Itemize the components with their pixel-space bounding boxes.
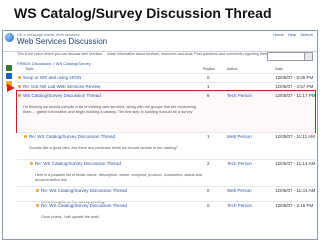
column-author[interactable]: Author	[227, 67, 238, 71]
thread-status-icon	[18, 76, 21, 79]
thread-replies: 2	[207, 161, 210, 166]
thread-row[interactable]: Soup or WS and using JSON 0 12/05/07 - 5:0…	[17, 73, 315, 82]
thread-title-link[interactable]: Re: WS Catalog/Survey Discussion Thread	[41, 188, 127, 193]
thread-title-link[interactable]: Re: WS Catalog/Survey Discussion Thread	[29, 134, 115, 139]
thread-replies: 1	[207, 134, 210, 139]
thread-title-link[interactable]: Re: Dot Net Lab Web Services Review	[23, 84, 100, 89]
forum-title: Web Services Discussion	[17, 37, 108, 46]
thread-author[interactable]: Tech Person	[227, 93, 252, 98]
search-input[interactable]	[267, 52, 313, 61]
thread-date: 12/05/07 - 4:57 PM	[275, 84, 314, 89]
thread-replies: 6	[207, 93, 210, 98]
thread-status-icon	[30, 162, 33, 165]
thread-status-icon	[24, 135, 27, 138]
help-link[interactable]: Help	[288, 32, 296, 37]
thread-replies: 0	[207, 75, 210, 80]
column-date[interactable]: Date	[275, 67, 283, 71]
thread-author[interactable]: Web Person	[227, 134, 252, 139]
thread-title-link[interactable]: Re: WS Catalog/Survey Discussion Thread	[41, 203, 127, 208]
globe-logo-icon	[5, 33, 14, 42]
column-topic[interactable]: Topic	[25, 67, 33, 71]
thread-body: Sounds like a good idea. Are there any p…	[29, 146, 178, 150]
thread-date: 12/05/07 - 11:14 AM	[275, 161, 316, 166]
thread-row[interactable]: Re: WS Catalog/Survey Discussion Thread 2…	[17, 159, 315, 186]
thread-date: 12/05/07 - 11:11 AM	[275, 134, 315, 139]
thread-row[interactable]: WS Catalog/Survey Discussion Thread 6 Tech…	[16, 90, 316, 133]
thread-row[interactable]: Re: WS Catalog/Survey Discussion Thread 0…	[17, 201, 315, 219]
thread-author[interactable]: Tech Person	[227, 161, 252, 166]
thread-date: 12/05/07 - 2:15 PM	[275, 203, 314, 208]
thread-replies: 0	[207, 188, 210, 193]
thread-row[interactable]: Re: Dot Net Lab Web Services Review 1 12/0…	[17, 82, 315, 91]
pointer-arrow-icon	[7, 84, 15, 92]
thread-status-icon	[36, 189, 39, 192]
thread-title-link[interactable]: WS Catalog/Survey Discussion Thread	[23, 93, 101, 98]
breadcrumb[interactable]: FRBOS Discussion > WS Catalog/Survey	[17, 61, 91, 66]
thread-rows: Soup or WS and using JSON 0 12/05/07 - 5:0…	[16, 73, 316, 219]
thread-date: 12/05/07 - 5:06 PM	[275, 75, 314, 80]
thread-status-icon	[18, 85, 21, 88]
home-link[interactable]: Home	[273, 32, 284, 37]
slide-title: WS Catalog/Survey Discussion Thread	[14, 5, 272, 21]
green-icon[interactable]	[6, 65, 12, 71]
thread-body: I'm thinking we should compile a list of…	[23, 105, 196, 114]
thread-row[interactable]: Re: WS Catalog/Survey Discussion Thread 0…	[17, 186, 316, 204]
search-link[interactable]: Search	[300, 32, 313, 37]
header-links: Home Help Search	[270, 32, 313, 37]
thread-replies: 1	[207, 84, 210, 89]
thread-body: Good points, I will update the draft.	[41, 215, 100, 219]
search-button[interactable]	[304, 52, 313, 61]
thread-status-icon	[18, 94, 21, 97]
column-replies[interactable]: Replies	[203, 67, 215, 71]
thread-author[interactable]: Tech Person	[227, 203, 252, 208]
thread-title-link[interactable]: Soup or WS and using JSON	[23, 75, 81, 80]
forum-header: Lift a message inside Web services Web S…	[3, 31, 317, 52]
blue-icon[interactable]	[6, 73, 12, 79]
thread-replies: 0	[207, 203, 210, 208]
thread-author[interactable]: Web Person	[227, 188, 252, 193]
thread-date: 12/05/07 - 11:17 PM	[275, 93, 316, 98]
thread-row[interactable]: Re: WS Catalog/Survey Discussion Thread 1…	[17, 132, 315, 159]
forum-screenshot: Lift a message inside Web services Web S…	[2, 30, 318, 240]
thread-body: Here is a possible list of fields: name,…	[35, 173, 202, 182]
thread-date: 12/05/07 - 11:41 AM	[275, 188, 316, 193]
thread-title-link[interactable]: Re: WS Catalog/Survey Discussion Thread	[35, 161, 121, 166]
thread-status-icon	[36, 204, 39, 207]
